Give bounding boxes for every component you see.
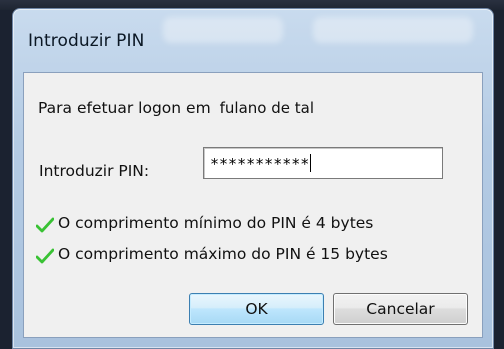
dialog-client-area: Para efetuar logon em fulano de tal Intr… — [23, 72, 483, 338]
pin-input-value: *********** — [210, 155, 310, 173]
check-icon — [36, 217, 54, 233]
text-caret — [310, 154, 312, 172]
pin-label: Introduzir PIN: — [39, 162, 150, 180]
pin-input[interactable]: *********** — [203, 147, 443, 179]
dialog-title: Introduzir PIN — [28, 31, 145, 51]
cancel-button[interactable]: Cancelar — [333, 293, 468, 325]
ok-button[interactable]: OK — [189, 293, 324, 325]
pin-min-length-rule: O comprimento mínimo do PIN é 4 bytes — [58, 214, 374, 232]
logon-label-text: Para efetuar logon em — [38, 99, 211, 117]
title-bar-glass — [163, 17, 283, 43]
logon-user-name: fulano de tal — [219, 99, 314, 117]
logon-label: Para efetuar logon em fulano de tal — [38, 99, 314, 117]
pin-max-length-rule: O comprimento máximo do PIN é 15 bytes — [58, 245, 388, 263]
check-icon — [36, 248, 54, 264]
pin-dialog: Introduzir PIN Para efetuar logon em ful… — [12, 8, 494, 349]
title-bar-glass — [313, 17, 473, 43]
